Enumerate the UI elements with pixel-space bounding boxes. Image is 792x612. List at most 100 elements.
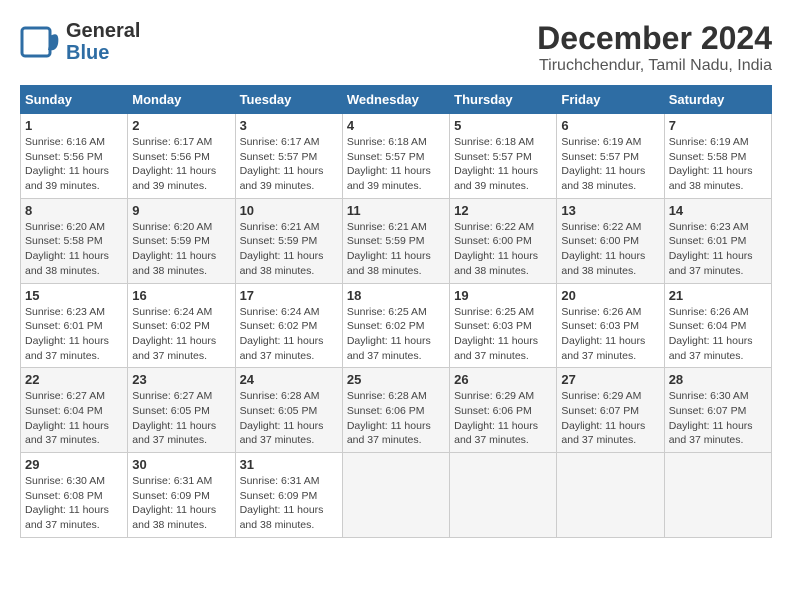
day-info: Sunrise: 6:24 AMSunset: 6:02 PMDaylight:… [240, 305, 338, 364]
day-info: Sunrise: 6:21 AMSunset: 5:59 PMDaylight:… [240, 220, 338, 279]
day-info: Sunrise: 6:17 AMSunset: 5:57 PMDaylight:… [240, 135, 338, 194]
calendar-cell: 2 Sunrise: 6:17 AMSunset: 5:56 PMDaylight… [128, 114, 235, 199]
calendar-cell: 24 Sunrise: 6:28 AMSunset: 6:05 PMDayligh… [235, 368, 342, 453]
logo-icon [20, 20, 64, 64]
day-number: 17 [240, 288, 338, 303]
day-info: Sunrise: 6:18 AMSunset: 5:57 PMDaylight:… [454, 135, 552, 194]
calendar-cell: 3 Sunrise: 6:17 AMSunset: 5:57 PMDaylight… [235, 114, 342, 199]
day-info: Sunrise: 6:25 AMSunset: 6:03 PMDaylight:… [454, 305, 552, 364]
day-info: Sunrise: 6:30 AMSunset: 6:07 PMDaylight:… [669, 389, 767, 448]
day-info: Sunrise: 6:16 AMSunset: 5:56 PMDaylight:… [25, 135, 123, 194]
calendar-cell: 5 Sunrise: 6:18 AMSunset: 5:57 PMDaylight… [450, 114, 557, 199]
day-number: 15 [25, 288, 123, 303]
day-number: 24 [240, 372, 338, 387]
calendar-cell: 19 Sunrise: 6:25 AMSunset: 6:03 PMDayligh… [450, 283, 557, 368]
weekday-header-wednesday: Wednesday [342, 86, 449, 114]
calendar-cell: 28 Sunrise: 6:30 AMSunset: 6:07 PMDayligh… [664, 368, 771, 453]
calendar-cell: 9Sunrise: 6:20 AMSunset: 5:59 PMDaylight… [128, 198, 235, 283]
day-number: 13 [561, 203, 659, 218]
day-number: 5 [454, 118, 552, 133]
day-info: Sunrise: 6:17 AMSunset: 5:56 PMDaylight:… [132, 135, 230, 194]
calendar-cell: 6Sunrise: 6:19 AMSunset: 5:57 PMDaylight… [557, 114, 664, 199]
weekday-header-sunday: Sunday [21, 86, 128, 114]
day-number: 16 [132, 288, 230, 303]
logo-general: General [66, 20, 140, 42]
day-number: 23 [132, 372, 230, 387]
calendar-cell: 26 Sunrise: 6:29 AMSunset: 6:06 PMDayligh… [450, 368, 557, 453]
calendar-cell: 8 Sunrise: 6:20 AMSunset: 5:58 PMDaylight… [21, 198, 128, 283]
day-info: Sunrise: 6:25 AMSunset: 6:02 PMDaylight:… [347, 305, 445, 364]
day-number: 10 [240, 203, 338, 218]
calendar-cell: 10 Sunrise: 6:21 AMSunset: 5:59 PMDayligh… [235, 198, 342, 283]
day-number: 29 [25, 457, 123, 472]
calendar-week-5: 29 Sunrise: 6:30 AMSunset: 6:08 PMDayligh… [21, 453, 772, 538]
day-number: 21 [669, 288, 767, 303]
day-number: 4 [347, 118, 445, 133]
day-info: Sunrise: 6:23 AMSunset: 6:01 PMDaylight:… [25, 305, 123, 364]
calendar-cell: 27 Sunrise: 6:29 AMSunset: 6:07 PMDayligh… [557, 368, 664, 453]
day-info: Sunrise: 6:27 AMSunset: 6:04 PMDaylight:… [25, 389, 123, 448]
day-number: 2 [132, 118, 230, 133]
day-number: 6 [561, 118, 659, 133]
day-info: Sunrise: 6:30 AMSunset: 6:08 PMDaylight:… [25, 474, 123, 533]
calendar-cell: 25Sunrise: 6:28 AMSunset: 6:06 PMDayligh… [342, 368, 449, 453]
calendar-week-4: 22 Sunrise: 6:27 AMSunset: 6:04 PMDayligh… [21, 368, 772, 453]
calendar-cell: 7Sunrise: 6:19 AMSunset: 5:58 PMDaylight… [664, 114, 771, 199]
day-number: 11 [347, 203, 445, 218]
calendar-cell: 4 Sunrise: 6:18 AMSunset: 5:57 PMDaylight… [342, 114, 449, 199]
calendar-cell: 22 Sunrise: 6:27 AMSunset: 6:04 PMDayligh… [21, 368, 128, 453]
day-number: 20 [561, 288, 659, 303]
weekday-header-saturday: Saturday [664, 86, 771, 114]
day-info: Sunrise: 6:29 AMSunset: 6:06 PMDaylight:… [454, 389, 552, 448]
day-number: 27 [561, 372, 659, 387]
calendar-header-row: SundayMondayTuesdayWednesdayThursdayFrid… [21, 86, 772, 114]
calendar-cell: 18Sunrise: 6:25 AMSunset: 6:02 PMDayligh… [342, 283, 449, 368]
calendar-cell: 16 Sunrise: 6:24 AMSunset: 6:02 PMDayligh… [128, 283, 235, 368]
calendar-cell: 15 Sunrise: 6:23 AMSunset: 6:01 PMDayligh… [21, 283, 128, 368]
day-number: 7 [669, 118, 767, 133]
day-number: 3 [240, 118, 338, 133]
day-info: Sunrise: 6:24 AMSunset: 6:02 PMDaylight:… [132, 305, 230, 364]
calendar-week-3: 15 Sunrise: 6:23 AMSunset: 6:01 PMDayligh… [21, 283, 772, 368]
day-number: 26 [454, 372, 552, 387]
logo: General Blue [20, 20, 140, 64]
day-number: 28 [669, 372, 767, 387]
day-info: Sunrise: 6:20 AMSunset: 5:59 PMDaylight:… [132, 220, 230, 279]
weekday-header-monday: Monday [128, 86, 235, 114]
day-number: 12 [454, 203, 552, 218]
calendar-body: 1 Sunrise: 6:16 AMSunset: 5:56 PMDaylight… [21, 114, 772, 538]
calendar-cell: 29 Sunrise: 6:30 AMSunset: 6:08 PMDayligh… [21, 453, 128, 538]
calendar-cell: 12Sunrise: 6:22 AMSunset: 6:00 PMDayligh… [450, 198, 557, 283]
subtitle: Tiruchchendur, Tamil Nadu, India [537, 57, 772, 75]
calendar-cell [664, 453, 771, 538]
calendar-cell: 31Sunrise: 6:31 AMSunset: 6:09 PMDayligh… [235, 453, 342, 538]
calendar-cell [342, 453, 449, 538]
day-info: Sunrise: 6:18 AMSunset: 5:57 PMDaylight:… [347, 135, 445, 194]
calendar-cell: 30Sunrise: 6:31 AMSunset: 6:09 PMDayligh… [128, 453, 235, 538]
weekday-header-thursday: Thursday [450, 86, 557, 114]
calendar-cell: 14 Sunrise: 6:23 AMSunset: 6:01 PMDayligh… [664, 198, 771, 283]
day-info: Sunrise: 6:28 AMSunset: 6:05 PMDaylight:… [240, 389, 338, 448]
day-info: Sunrise: 6:21 AMSunset: 5:59 PMDaylight:… [347, 220, 445, 279]
day-info: Sunrise: 6:27 AMSunset: 6:05 PMDaylight:… [132, 389, 230, 448]
day-info: Sunrise: 6:28 AMSunset: 6:06 PMDaylight:… [347, 389, 445, 448]
day-info: Sunrise: 6:31 AMSunset: 6:09 PMDaylight:… [132, 474, 230, 533]
weekday-header-friday: Friday [557, 86, 664, 114]
day-info: Sunrise: 6:23 AMSunset: 6:01 PMDaylight:… [669, 220, 767, 279]
calendar-cell: 20Sunrise: 6:26 AMSunset: 6:03 PMDayligh… [557, 283, 664, 368]
day-number: 1 [25, 118, 123, 133]
day-info: Sunrise: 6:29 AMSunset: 6:07 PMDaylight:… [561, 389, 659, 448]
day-number: 31 [240, 457, 338, 472]
weekday-header-tuesday: Tuesday [235, 86, 342, 114]
day-number: 8 [25, 203, 123, 218]
day-number: 22 [25, 372, 123, 387]
day-number: 19 [454, 288, 552, 303]
day-number: 14 [669, 203, 767, 218]
day-info: Sunrise: 6:20 AMSunset: 5:58 PMDaylight:… [25, 220, 123, 279]
page-header: General Blue December 2024 Tiruchchendur… [20, 20, 772, 75]
logo-blue: Blue [66, 42, 140, 64]
calendar-cell [557, 453, 664, 538]
calendar-cell: 1 Sunrise: 6:16 AMSunset: 5:56 PMDaylight… [21, 114, 128, 199]
calendar-cell: 13Sunrise: 6:22 AMSunset: 6:00 PMDayligh… [557, 198, 664, 283]
calendar-table: SundayMondayTuesdayWednesdayThursdayFrid… [20, 85, 772, 538]
